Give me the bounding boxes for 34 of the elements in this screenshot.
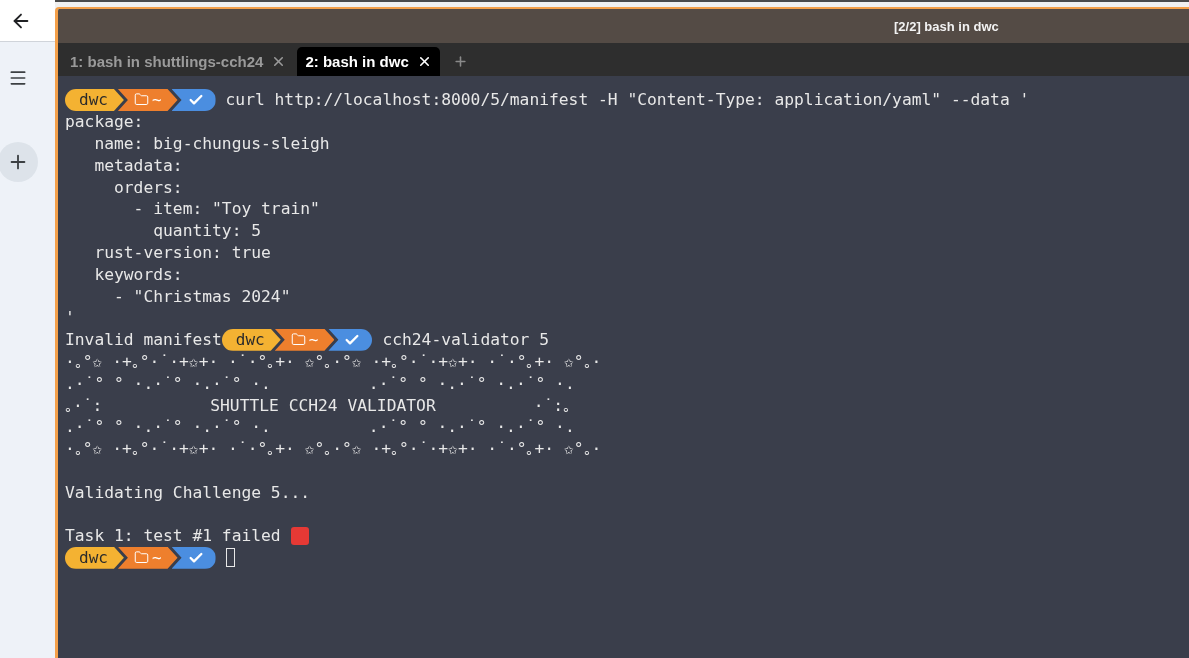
- terminal-text: - "Christmas 2024": [113, 286, 291, 306]
- terminal-text: name: big-chungus-sleigh: [93, 134, 330, 153]
- folder-icon: [133, 550, 149, 566]
- terminal-text: ': [65, 308, 75, 328]
- terminal-text: Invalid manifest: [65, 330, 222, 350]
- prompt-segment: dwc: [221, 328, 281, 351]
- terminal-text: orders:: [113, 177, 183, 197]
- terminal-text: metadata:: [93, 155, 183, 175]
- command-text: curl http://localhost:8000/5/manifest -H "Content-Type: application/yaml" --data ': [225, 90, 1030, 110]
- terminal-text: .·˙° ° ·.·˙° ·.·˙° ·. .·˙° ° ·.·˙° ·.·˙° ·.: [65, 417, 575, 437]
- folder-icon: [133, 92, 149, 108]
- window-title: [2/2] bash in dwc: [894, 18, 999, 34]
- terminal-text: - item: "Toy train": [132, 199, 320, 219]
- new-chat-button[interactable]: [0, 142, 38, 182]
- terminal-text: Validating Challenge 5...: [65, 482, 311, 502]
- terminal-text: ·｡°✩ ·+｡°·˙·+✩+· ·˙·°｡+· ✩°｡·°✩ ·+｡°·˙·+✩+· ·˙·°｡+· ✩°｡·: [65, 439, 602, 459]
- plus-icon: [452, 54, 468, 69]
- terminal-text: rust-version: true: [93, 242, 271, 262]
- prompt-segment: ~: [117, 546, 178, 569]
- command-text: cch24-validator 5: [382, 330, 550, 350]
- terminal-text: ·｡°✩ ·+｡°·˙·+✩+· ·˙·°｡+· ✩°｡·°✩ ·+｡°·˙·+✩+· ·˙·°｡+· ✩°｡·: [65, 351, 602, 371]
- folder-icon: [290, 332, 306, 348]
- terminal-text: keywords:: [93, 264, 183, 284]
- terminal-text: Task 1: test #1 failed: [65, 526, 281, 546]
- terminal-text: ｡·˙: SHUTTLE CCH24 VALIDATOR ·˙:｡: [65, 395, 572, 415]
- terminal-text: quantity: 5: [152, 221, 262, 241]
- prompt-segment: ~: [117, 88, 178, 111]
- prompt-segment: dwc: [65, 88, 124, 111]
- terminal-text: package:: [65, 112, 144, 132]
- prompt-segment: ~: [274, 328, 335, 351]
- terminal-tab[interactable]: 1: bash in shuttlings-cch24: [62, 47, 295, 76]
- prompt-segment: dwc: [65, 546, 124, 569]
- terminal-tab[interactable]: 2: bash in dwc: [297, 47, 440, 76]
- terminal-text: .·˙° ° ·.·˙° ·.·˙° ·. .·˙° ° ·.·˙° ·.·˙° ·.: [65, 373, 575, 393]
